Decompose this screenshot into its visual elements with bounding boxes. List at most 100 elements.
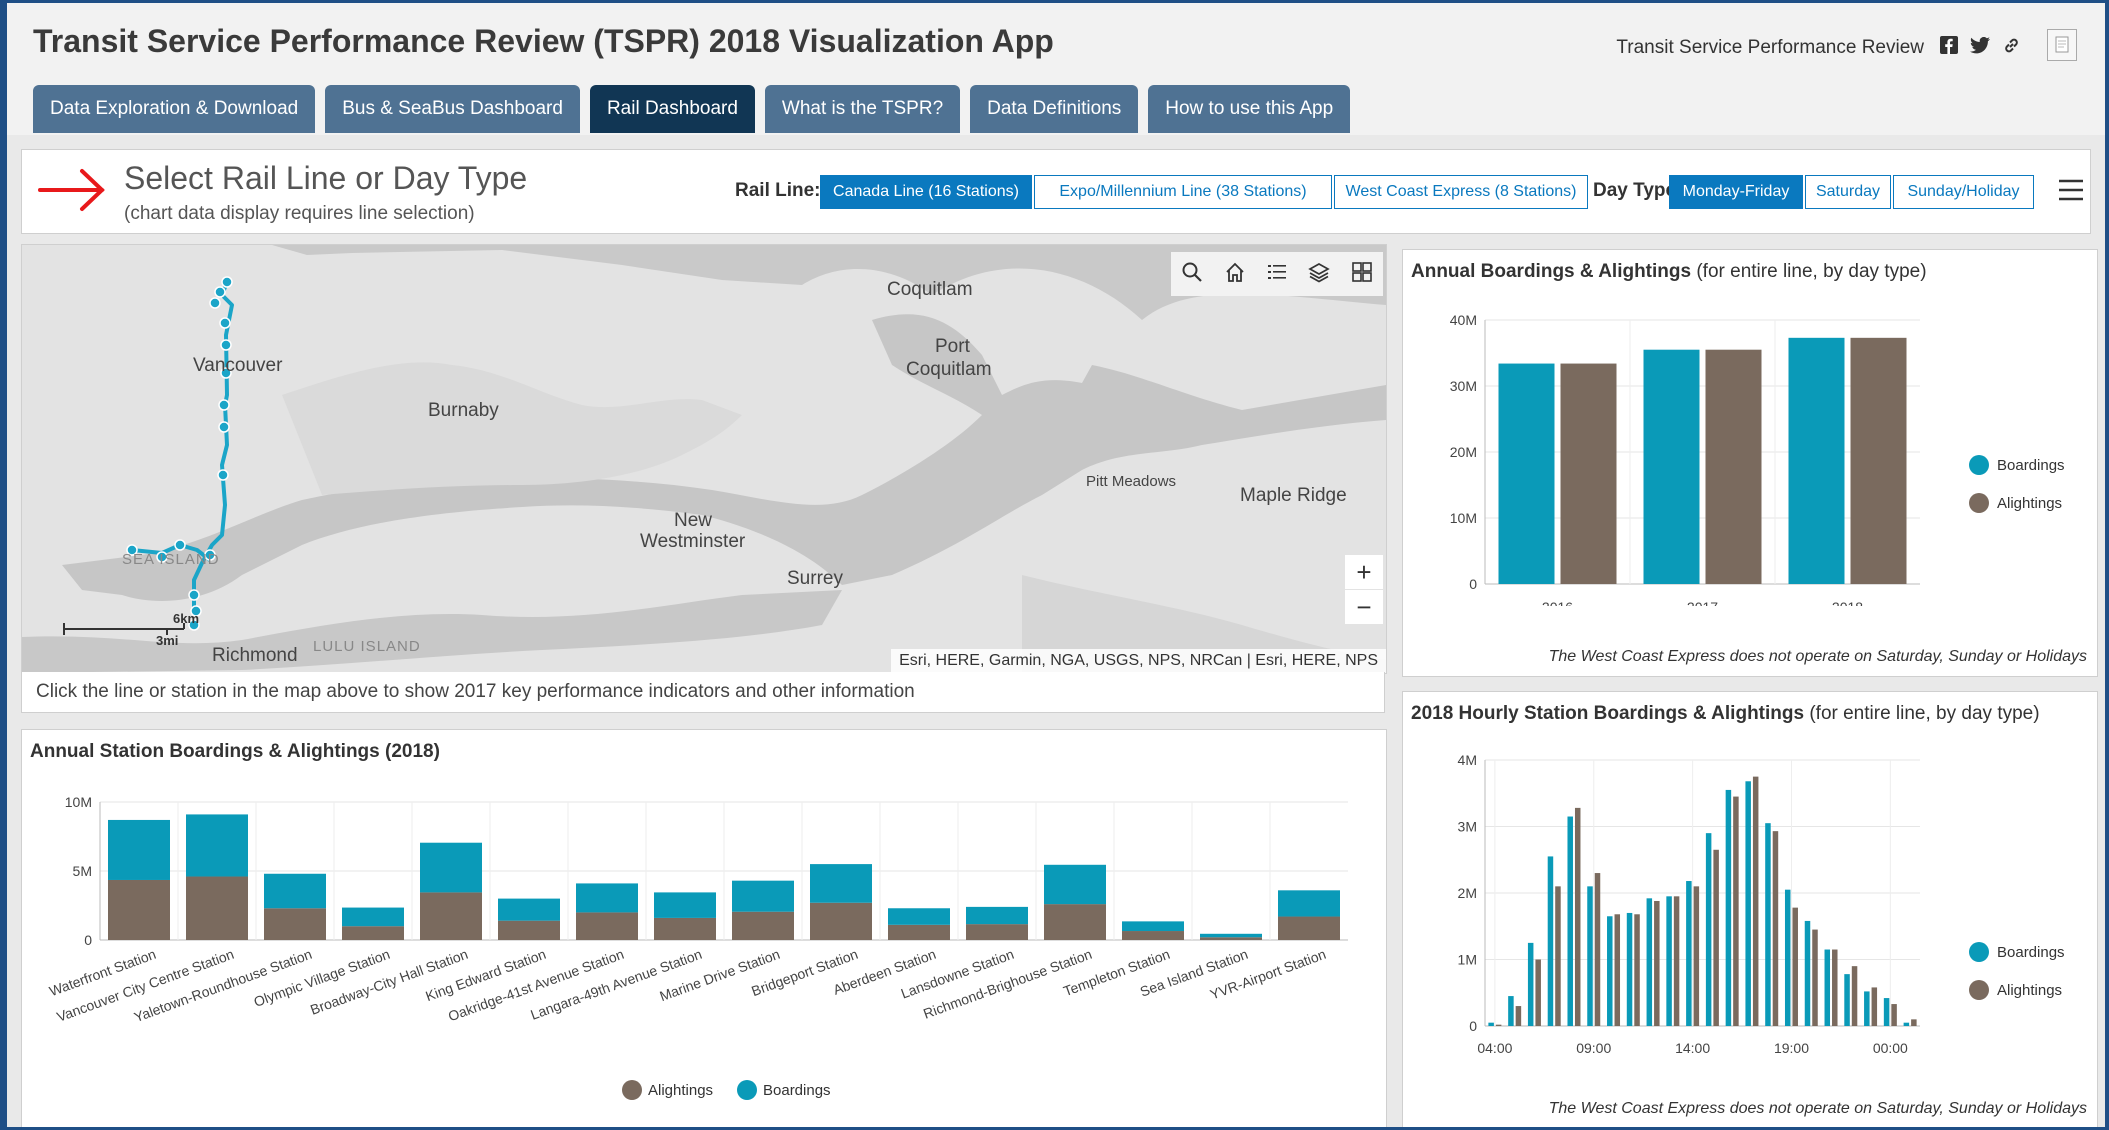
print-icon[interactable]	[2047, 29, 2077, 66]
rail-line-expo-millennium-button[interactable]: Expo/Millennium Line (38 Stations)	[1034, 175, 1332, 209]
station-y-tick-label: 0	[84, 932, 92, 948]
map-label-port: Port	[935, 336, 970, 357]
share-title: Transit Service Performance Review	[1616, 36, 1924, 58]
zoom-in-button[interactable]: +	[1345, 555, 1383, 589]
search-icon[interactable]	[1181, 261, 1203, 288]
station-boardings-panel: Annual Station Boardings & Alightings (2…	[21, 729, 1387, 1127]
layers-icon[interactable]	[1308, 261, 1331, 288]
hourly-bar-boardings-05:00	[1508, 996, 1514, 1026]
app-title: Transit Service Performance Review (TSPR…	[33, 23, 1054, 59]
annual-legend-swatch-alightings	[1969, 493, 1989, 513]
share-area: Transit Service Performance Review	[1616, 29, 2077, 66]
hourly-y-tick-label: 2M	[1458, 885, 1477, 901]
facebook-icon[interactable]	[1940, 36, 1958, 59]
tab-bus-seabus-dashboard[interactable]: Bus & SeaBus Dashboard	[325, 85, 580, 133]
station-bar-boardings-12	[1044, 864, 1106, 905]
annual-chart: 0 10M 20M 30M 40M 2016 2017 2018 Boardings Alight…	[1450, 312, 2065, 606]
hourly-legend-swatch-alightings	[1969, 980, 1989, 1000]
annual-y-tick-label: 30M	[1450, 378, 1477, 394]
station-bar-alightings-4	[420, 892, 482, 940]
hourly-bar-alightings-06:00	[1535, 959, 1541, 1026]
annual-panel-note: The West Coast Express does not operate …	[1548, 648, 2087, 665]
station-bar-alightings-11	[966, 924, 1028, 940]
hourly-bar-boardings-13:00	[1666, 896, 1672, 1026]
hourly-bar-alightings-05:00	[1515, 1006, 1522, 1026]
hourly-bar-alightings-07:00	[1555, 886, 1561, 1026]
hourly-bar-alightings-09:00	[1594, 873, 1601, 1026]
hourly-y-tick-label: 4M	[1458, 752, 1477, 768]
rail-line-label: Rail Line:	[735, 180, 821, 201]
hourly-bar-boardings-12:00	[1646, 898, 1653, 1026]
annual-bar-alightings-2017	[1705, 349, 1762, 584]
rail-line-west-coast-express-button[interactable]: West Coast Express (8 Stations)	[1334, 175, 1588, 209]
hourly-bar-alightings-20:00	[1812, 929, 1818, 1026]
tab-bar: Data Exploration & Download Bus & SeaBus…	[33, 85, 1351, 133]
hourly-bar-alightings-00:00	[1891, 1004, 1897, 1026]
zoom-out-button[interactable]: −	[1345, 590, 1383, 624]
hourly-bar-alightings-11:00	[1634, 914, 1640, 1026]
annual-legend-label-boardings: Boardings	[1997, 457, 2065, 474]
hourly-bar-alightings-01:00	[1911, 1019, 1917, 1026]
day-type-saturday-button[interactable]: Saturday	[1805, 175, 1891, 209]
hourly-bar-boardings-15:00	[1705, 833, 1712, 1026]
station-bar-alightings-9	[810, 902, 872, 940]
annual-x-tick-label: 2016	[1542, 599, 1573, 606]
hourly-bar-alightings-14:00	[1693, 886, 1700, 1026]
home-icon[interactable]	[1224, 261, 1246, 288]
rail-line-canada-button[interactable]: Canada Line (16 Stations)	[820, 175, 1032, 209]
selector-title: Select Rail Line or Day Type	[124, 160, 528, 196]
map-toolbar	[1171, 252, 1383, 296]
hourly-bar-alightings-17:00	[1752, 776, 1759, 1026]
hourly-bar-boardings-09:00	[1587, 886, 1593, 1026]
link-icon[interactable]	[2002, 36, 2021, 60]
tab-how-to-use[interactable]: How to use this App	[1148, 85, 1351, 133]
map-caption: Click the line or station in the map abo…	[21, 672, 1385, 713]
hourly-bar-boardings-20:00	[1804, 920, 1811, 1026]
day-type-weekday-button[interactable]: Monday-Friday	[1669, 175, 1803, 209]
station-bar-alightings-5	[498, 920, 560, 940]
station-bar-boardings-2	[264, 873, 326, 909]
hourly-bar-boardings-17:00	[1745, 781, 1751, 1026]
arrow-right-icon	[38, 168, 106, 217]
day-type-sunday-holiday-button[interactable]: Sunday/Holiday	[1893, 175, 2034, 209]
hourly-y-tick-label: 0	[1469, 1018, 1477, 1034]
hourly-x-tick-label: 00:00	[1873, 1040, 1908, 1056]
map-label-coquitlam: Coquitlam	[887, 279, 973, 300]
hamburger-menu-icon[interactable]	[2058, 178, 2084, 207]
tab-what-is-tspr[interactable]: What is the TSPR?	[764, 85, 961, 133]
hourly-bar-boardings-11:00	[1626, 912, 1633, 1026]
tab-data-definitions[interactable]: Data Definitions	[970, 85, 1139, 133]
tab-data-exploration[interactable]: Data Exploration & Download	[33, 85, 316, 133]
annual-x-tick-label: 2017	[1687, 599, 1718, 606]
station-bar-alightings-8	[732, 911, 794, 940]
station-bar-boardings-7	[654, 892, 716, 918]
header: Transit Service Performance Review (TSPR…	[7, 3, 2105, 135]
hourly-bar-alightings-15:00	[1713, 849, 1719, 1026]
hourly-y-tick-label: 1M	[1458, 952, 1477, 968]
annual-bar-boardings-2017	[1643, 349, 1700, 584]
annual-x-tick-label: 2018	[1832, 599, 1863, 606]
hourly-y-tick-label: 3M	[1458, 819, 1477, 835]
map-view[interactable]: Coquitlam Port Coquitlam Vancouver Burna…	[21, 244, 1387, 674]
hourly-bar-alightings-04:00	[1495, 1024, 1502, 1026]
tab-rail-dashboard[interactable]: Rail Dashboard	[589, 85, 755, 133]
annual-y-tick-label: 40M	[1450, 312, 1477, 328]
hourly-bar-boardings-18:00	[1765, 823, 1771, 1026]
hourly-bar-alightings-23:00	[1871, 987, 1878, 1026]
selector-subtitle: (chart data display requires line select…	[124, 203, 475, 224]
station-legend-label-alightings: Alightings	[648, 1082, 713, 1099]
station-bar-alightings-13	[1122, 931, 1184, 940]
map-label-sea-island: SEA ISLAND	[122, 551, 220, 568]
twitter-icon[interactable]	[1970, 36, 1990, 59]
legend-list-icon[interactable]	[1266, 261, 1288, 288]
station-bar-alightings-1	[186, 876, 248, 940]
basemap-gallery-icon[interactable]	[1351, 261, 1373, 288]
basemap	[22, 245, 1386, 673]
station-y-tick-label: 10M	[65, 794, 92, 810]
hourly-bar-alightings-10:00	[1614, 914, 1621, 1026]
hourly-x-tick-label: 04:00	[1477, 1040, 1512, 1056]
hourly-legend-label-alightings: Alightings	[1997, 982, 2062, 999]
hourly-panel-note: The West Coast Express does not operate …	[1548, 1100, 2087, 1117]
hourly-boardings-panel: 2018 Hourly Station Boardings & Alightin…	[1402, 691, 2098, 1127]
station-bar-boardings-11	[966, 906, 1028, 925]
